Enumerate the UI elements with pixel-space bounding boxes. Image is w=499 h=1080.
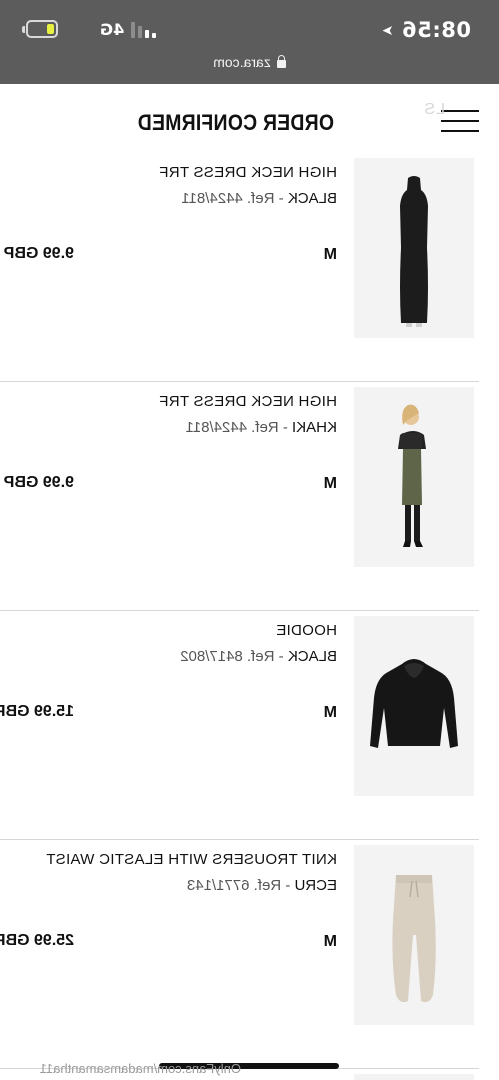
product-image-khaki-dress[interactable] bbox=[354, 387, 474, 567]
product-image-hoodie[interactable] bbox=[354, 616, 474, 796]
item-size: M bbox=[323, 475, 337, 492]
network-type: 4G bbox=[100, 20, 125, 39]
item-price: 15.99 GBP bbox=[0, 703, 74, 720]
order-item[interactable]: KNIT TROUSERS WITH ELASTIC WAIST ECRU - … bbox=[0, 841, 499, 1069]
item-name: KNIT TROUSERS WITH ELASTIC WAIST bbox=[45, 851, 337, 868]
status-bar: 08:56 ➤ 4G zara.com bbox=[0, 0, 499, 84]
time-text: 08:56 bbox=[401, 18, 471, 42]
page: 08:56 ➤ 4G zara.com LS ORDER CONFIRMED HI… bbox=[0, 0, 499, 1080]
product-image-black-dress[interactable] bbox=[354, 158, 474, 338]
faded-header-text: LS bbox=[423, 101, 445, 118]
order-item[interactable]: HIGH NECK DRESS TRF KHAKI - Ref. 4424/81… bbox=[0, 383, 499, 611]
next-item-image bbox=[354, 1074, 474, 1080]
black-hoodie-illustration bbox=[370, 659, 458, 748]
battery-level bbox=[47, 24, 54, 34]
item-color: BLACK bbox=[287, 648, 337, 665]
item-name: HOODIE bbox=[276, 622, 337, 639]
item-price: 9.99 GBP bbox=[3, 474, 74, 491]
item-price: 25.99 GBP bbox=[0, 932, 74, 949]
item-color: BLACK bbox=[287, 190, 337, 207]
divider bbox=[0, 610, 479, 611]
cellular-signal-icon bbox=[128, 22, 156, 38]
item-ref: - Ref. 8417/802 bbox=[180, 648, 288, 665]
page-title: ORDER CONFIRMED bbox=[137, 110, 334, 135]
item-meta: BLACK - Ref. 4424/811 bbox=[181, 190, 337, 207]
status-time: 08:56 ➤ bbox=[381, 18, 471, 42]
item-meta: ECRU - Ref. 6771/143 bbox=[187, 877, 337, 894]
divider bbox=[0, 381, 479, 382]
item-ref: - Ref. 4424/811 bbox=[185, 419, 292, 436]
black-dress-illustration bbox=[400, 176, 428, 327]
item-price: 9.99 GBP bbox=[3, 245, 74, 262]
location-arrow-icon: ➤ bbox=[381, 23, 394, 39]
battery-nub bbox=[22, 26, 25, 33]
item-name: HIGH NECK DRESS TRF bbox=[159, 164, 337, 181]
lock-icon bbox=[276, 60, 286, 68]
item-size: M bbox=[323, 933, 337, 950]
item-meta: BLACK - Ref. 8417/802 bbox=[180, 648, 337, 665]
item-name: HIGH NECK DRESS TRF bbox=[159, 393, 337, 410]
divider bbox=[0, 839, 479, 840]
item-ref: - Ref. 6771/143 bbox=[186, 877, 295, 894]
product-image-knit-trousers[interactable] bbox=[354, 845, 474, 1025]
page-header: LS ORDER CONFIRMED bbox=[0, 84, 499, 154]
order-item[interactable]: HOODIE BLACK - Ref. 8417/802 M 15.99 GBP bbox=[0, 612, 499, 840]
url-text: zara.com bbox=[213, 54, 271, 70]
battery-icon bbox=[22, 20, 58, 38]
item-size: M bbox=[323, 246, 337, 263]
address-bar[interactable]: zara.com bbox=[0, 54, 499, 70]
item-color: KHAKI bbox=[291, 419, 337, 436]
hamburger-menu-icon[interactable] bbox=[441, 108, 479, 134]
item-color: ECRU bbox=[294, 877, 337, 894]
item-ref: - Ref. 4424/811 bbox=[181, 190, 288, 207]
watermark-text: OnlyFans.com/madamsamantha11 bbox=[39, 1061, 241, 1076]
model-khaki-dress-illustration bbox=[398, 404, 426, 547]
order-item[interactable]: HIGH NECK DRESS TRF BLACK - Ref. 4424/81… bbox=[0, 154, 499, 382]
item-meta: KHAKI - Ref. 4424/811 bbox=[186, 419, 337, 436]
ecru-trousers-illustration bbox=[392, 875, 436, 1003]
item-size: M bbox=[323, 704, 337, 721]
